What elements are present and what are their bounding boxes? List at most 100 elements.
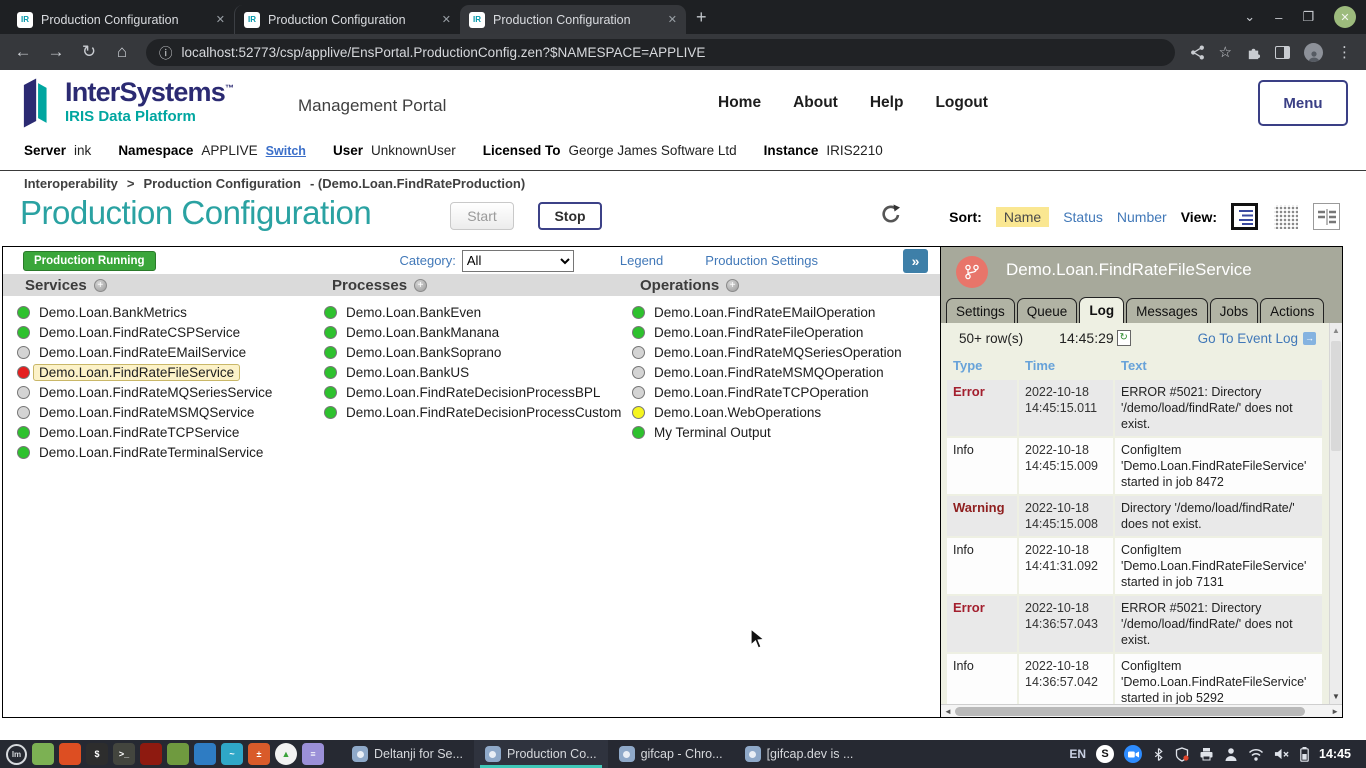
printer-icon[interactable] <box>1199 747 1214 761</box>
details-tab[interactable]: Settings <box>946 298 1015 323</box>
tab-close-icon[interactable]: ✕ <box>216 13 225 26</box>
portal-nav-link[interactable]: Logout <box>935 94 988 112</box>
service-item[interactable]: Demo.Loan.BankMetrics <box>17 302 310 322</box>
details-tab[interactable]: Jobs <box>1210 298 1259 323</box>
bluetooth-icon[interactable] <box>1152 747 1165 762</box>
maximize-button[interactable]: ❐ <box>1302 9 1314 25</box>
type-column-header[interactable]: Type <box>947 355 1017 378</box>
process-item[interactable]: Demo.Loan.FindRateDecisionProcessBPL <box>324 382 618 402</box>
service-item[interactable]: Demo.Loan.FindRateMQSeriesService <box>17 382 310 402</box>
log-row[interactable]: Warning 2022-10-18 14:45:15.008 Director… <box>947 496 1322 536</box>
portal-nav-link[interactable]: Help <box>870 94 904 112</box>
details-tab[interactable]: Actions <box>1260 298 1324 323</box>
log-row[interactable]: Info 2022-10-18 14:45:15.009 ConfigItem … <box>947 438 1322 494</box>
process-item[interactable]: Demo.Loan.FindRateDecisionProcessCustom <box>324 402 618 422</box>
address-bar[interactable]: ⓘ localhost:52773/csp/applive/EnsPortal.… <box>146 39 1175 66</box>
service-item[interactable]: Demo.Loan.FindRateMSMQService <box>17 402 310 422</box>
legend-link[interactable]: Legend <box>620 253 663 268</box>
browser-menu-icon[interactable]: ⋮ <box>1337 43 1352 61</box>
taskbar-window-button[interactable]: gifcap - Chro... <box>608 740 734 768</box>
skype-tray-icon[interactable]: S <box>1096 745 1114 763</box>
menu-button[interactable]: Menu <box>1258 80 1348 126</box>
folder-icon[interactable] <box>167 743 189 765</box>
orange-app-icon[interactable] <box>59 743 81 765</box>
tab-close-icon[interactable]: ✕ <box>442 13 451 26</box>
start-button[interactable]: Start <box>450 202 514 230</box>
stop-button[interactable]: Stop <box>538 202 602 230</box>
battery-icon[interactable] <box>1300 747 1309 762</box>
taskbar-window-button[interactable]: Production Co... <box>474 740 608 768</box>
add-process-button[interactable]: + <box>414 279 427 292</box>
go-to-event-log-link[interactable]: Go To Event Log → <box>1198 331 1316 346</box>
keyboard-layout-indicator[interactable]: EN <box>1069 747 1086 761</box>
view-grid-button[interactable] <box>1272 203 1299 230</box>
reload-button[interactable]: ↻ <box>80 42 98 62</box>
switch-link[interactable]: Switch <box>266 144 306 158</box>
time-column-header[interactable]: Time <box>1019 355 1113 378</box>
operation-item[interactable]: Demo.Loan.FindRateFileOperation <box>632 322 940 342</box>
forward-button[interactable]: → <box>47 42 65 62</box>
new-tab-button[interactable]: + <box>696 7 707 28</box>
operation-item[interactable]: Demo.Loan.WebOperations <box>632 402 940 422</box>
sort-option[interactable]: Name <box>996 207 1049 227</box>
vscode-icon[interactable] <box>194 743 216 765</box>
sort-option[interactable]: Number <box>1117 209 1167 225</box>
log-row[interactable]: Info 2022-10-18 14:41:31.092 ConfigItem … <box>947 538 1322 594</box>
operation-item[interactable]: Demo.Loan.FindRateTCPOperation <box>632 382 940 402</box>
scroll-left-icon[interactable]: ◄ <box>944 707 952 716</box>
compass-icon[interactable]: ▲ <box>275 743 297 765</box>
operation-item[interactable]: My Terminal Output <box>632 422 940 442</box>
service-item[interactable]: Demo.Loan.FindRateTCPService <box>17 422 310 442</box>
expand-panel-button[interactable]: » <box>903 249 928 273</box>
portal-nav-link[interactable]: About <box>793 94 838 112</box>
operation-item[interactable]: Demo.Loan.FindRateMQSeriesOperation <box>632 342 940 362</box>
scroll-up-icon[interactable]: ▲ <box>1332 326 1340 335</box>
sort-option[interactable]: Status <box>1063 209 1103 225</box>
taskbar-window-button[interactable]: Deltanji for Se... <box>341 740 474 768</box>
log-row[interactable]: Error 2022-10-18 14:45:15.011 ERROR #502… <box>947 380 1322 436</box>
service-item[interactable]: Demo.Loan.FindRateFileService <box>17 362 310 382</box>
horizontal-scroll-thumb[interactable] <box>955 707 1305 716</box>
red-app-icon[interactable] <box>140 743 162 765</box>
log-horizontal-scrollbar[interactable]: ◄ ► <box>941 704 1342 717</box>
mint-menu-icon[interactable]: lm <box>6 744 27 765</box>
scroll-down-icon[interactable]: ▼ <box>1332 692 1340 701</box>
profile-avatar[interactable] <box>1304 43 1323 62</box>
details-tab[interactable]: Messages <box>1126 298 1208 323</box>
portal-nav-link[interactable]: Home <box>718 94 761 112</box>
window-manager-icon[interactable] <box>32 743 54 765</box>
bookmark-star-icon[interactable]: ☆ <box>1219 43 1232 61</box>
terminal-dark-icon[interactable]: $ <box>86 743 108 765</box>
process-item[interactable]: Demo.Loan.BankUS <box>324 362 618 382</box>
browser-tab[interactable]: IR Production Configuration ✕ <box>460 5 686 34</box>
wave-app-icon[interactable]: ~ <box>221 743 243 765</box>
process-item[interactable]: Demo.Loan.BankEven <box>324 302 618 322</box>
service-item[interactable]: Demo.Loan.FindRateTerminalService <box>17 442 310 462</box>
side-panel-icon[interactable] <box>1275 46 1290 59</box>
calculator-icon[interactable]: ± <box>248 743 270 765</box>
log-row[interactable]: Error 2022-10-18 14:36:57.043 ERROR #502… <box>947 596 1322 652</box>
add-operation-button[interactable]: + <box>726 279 739 292</box>
details-tab[interactable]: Queue <box>1017 298 1078 323</box>
wifi-icon[interactable] <box>1248 748 1264 761</box>
service-item[interactable]: Demo.Loan.FindRateCSPService <box>17 322 310 342</box>
service-item[interactable]: Demo.Loan.FindRateEMailService <box>17 342 310 362</box>
tab-close-icon[interactable]: ✕ <box>668 13 677 26</box>
operation-item[interactable]: Demo.Loan.FindRateMSMQOperation <box>632 362 940 382</box>
zoom-tray-icon[interactable] <box>1124 745 1142 763</box>
terminal-green-icon[interactable]: >_ <box>113 743 135 765</box>
vertical-scroll-thumb[interactable] <box>1331 341 1341 451</box>
process-item[interactable]: Demo.Loan.BankManana <box>324 322 618 342</box>
scroll-right-icon[interactable]: ► <box>1331 707 1339 716</box>
share-icon[interactable] <box>1190 45 1205 60</box>
close-window-button[interactable]: ✕ <box>1334 6 1356 28</box>
refresh-log-icon[interactable]: ↻ <box>1117 330 1131 346</box>
extensions-puzzle-icon[interactable] <box>1246 45 1261 60</box>
production-settings-link[interactable]: Production Settings <box>705 253 818 268</box>
back-button[interactable]: ← <box>14 42 32 62</box>
log-row[interactable]: Info 2022-10-18 14:36:57.042 ConfigItem … <box>947 654 1322 704</box>
user-session-icon[interactable] <box>1224 747 1238 761</box>
category-select[interactable]: All <box>462 250 574 272</box>
operation-item[interactable]: Demo.Loan.FindRateEMailOperation <box>632 302 940 322</box>
tab-search-chevron-icon[interactable]: ⌄ <box>1244 9 1255 25</box>
